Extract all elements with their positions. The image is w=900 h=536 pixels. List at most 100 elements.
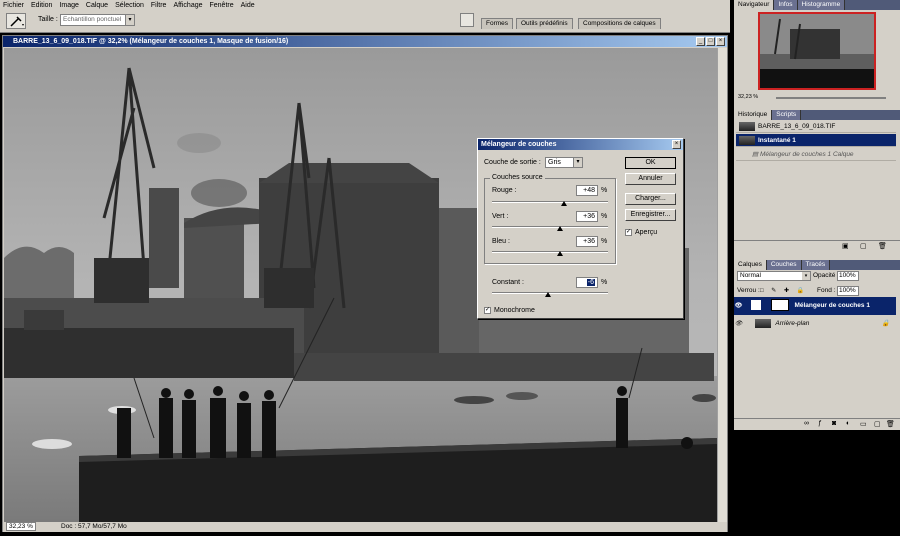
close-icon[interactable]: × (672, 140, 681, 149)
preview-label: Aperçu (635, 229, 658, 236)
layers-footer: ∞ ƒ ◙ ◐ ▭ ▢ 🗑 (734, 418, 900, 430)
channel-mixer-dialog: Mélangeur de couches × Couche de sortie … (477, 138, 684, 319)
trash-icon[interactable]: 🗑 (878, 242, 887, 250)
green-percent-label: % (601, 213, 608, 220)
tab-histogram[interactable]: Histogramme (797, 0, 846, 10)
history-item-label: Instantané 1 (758, 137, 796, 144)
sample-size-select[interactable]: Echantillon ponctuel ▾ (60, 14, 135, 26)
menu-filtre[interactable]: Filtre (151, 2, 167, 9)
layer-row-selected[interactable]: 👁 Mélangeur de couches 1 (734, 297, 896, 315)
layers-tabs: Calques Couches Tracés (734, 260, 900, 270)
green-channel-input[interactable]: +36 (576, 211, 598, 222)
layer-row[interactable]: 👁 Arrière-plan 🔒 (734, 316, 896, 332)
eye-icon[interactable]: 👁 (734, 297, 743, 315)
tab-compositions-calques[interactable]: Compositions de calques (578, 18, 661, 29)
tab-outils-predefinis[interactable]: Outils prédéfinis (516, 18, 573, 29)
green-slider-thumb[interactable] (557, 226, 564, 231)
menu-image[interactable]: Image (59, 2, 78, 9)
maximize-icon[interactable]: □ (706, 37, 715, 46)
menu-edition[interactable]: Edition (31, 2, 52, 9)
fill-input[interactable]: 100% (837, 286, 859, 296)
lock-icon: 🔒 (881, 320, 890, 327)
history-thumbnail (739, 135, 755, 145)
red-channel-input[interactable]: +48 (576, 185, 598, 196)
chevron-down-icon: ▾ (125, 15, 134, 25)
output-channel-select[interactable]: Gris ▾ (545, 157, 583, 168)
tab-channels[interactable]: Couches (766, 260, 802, 270)
red-slider-thumb[interactable] (560, 201, 567, 206)
adjustment-icon[interactable]: ◐ (846, 420, 850, 427)
history-item-label: Mélangeur de couches 1 Calque (759, 151, 854, 158)
save-button[interactable]: Enregistrer... (625, 209, 676, 221)
status-bar: 32,23 % Doc : 57,7 Mo/57,7 Mo (3, 522, 727, 532)
trash-icon[interactable]: 🗑 (886, 420, 895, 428)
palette-well-icon[interactable] (460, 13, 474, 27)
constant-slider-thumb[interactable] (545, 292, 552, 297)
green-slider-track[interactable] (492, 226, 608, 228)
fx-icon[interactable]: ƒ (818, 420, 822, 427)
minimize-icon[interactable]: _ (696, 37, 705, 46)
red-slider-track[interactable] (492, 201, 608, 203)
history-thumbnail (739, 121, 755, 131)
history-tabs: Historique Scripts (734, 110, 900, 120)
monochrome-checkbox[interactable]: ✓ (484, 307, 491, 314)
tab-infos[interactable]: Infos (774, 0, 798, 10)
eyedropper-icon (10, 16, 24, 27)
load-button[interactable]: Charger... (625, 193, 676, 205)
ok-button[interactable]: OK (625, 157, 676, 169)
navigator-panel: 32,23 % (734, 10, 900, 100)
fill-label: Fond : (817, 287, 836, 294)
cancel-button[interactable]: Annuler (625, 173, 676, 185)
blend-mode-select[interactable]: Normal ▾ (737, 271, 811, 281)
tab-layers[interactable]: Calques (734, 260, 767, 270)
new-document-icon[interactable]: ▣ (842, 242, 849, 250)
navigator-preview[interactable] (758, 12, 876, 90)
menu-affichage[interactable]: Affichage (173, 2, 202, 9)
tab-navigator[interactable]: Navigateur (734, 0, 775, 10)
menu-aide[interactable]: Aide (241, 2, 255, 9)
new-snapshot-icon[interactable]: ▢ (860, 242, 867, 250)
link-icon[interactable]: ∞ (804, 420, 809, 427)
new-layer-icon[interactable]: ▢ (874, 420, 881, 428)
blue-slider-track[interactable] (492, 251, 608, 253)
tab-paths[interactable]: Tracés (801, 260, 831, 270)
red-percent-label: % (601, 187, 608, 194)
eyedropper-tool-button[interactable] (6, 13, 26, 29)
menu-selection[interactable]: Sélection (115, 2, 144, 9)
preview-checkbox[interactable]: ✓ (625, 229, 632, 236)
close-icon[interactable]: × (716, 37, 725, 46)
lock-icons[interactable]: □ ✎ ✚ 🔒 (760, 287, 807, 294)
output-channel-value: Gris (548, 159, 561, 166)
doc-size-info: Doc : 57,7 Mo/57,7 Mo (61, 523, 127, 530)
tab-formes[interactable]: Formes (481, 18, 514, 29)
menu-fenetre[interactable]: Fenêtre (210, 2, 234, 9)
navigator-zoom-slider[interactable] (776, 97, 886, 99)
source-channels-label: Couches source (490, 174, 545, 181)
blue-slider-thumb[interactable] (557, 251, 564, 256)
menu-fichier[interactable]: Fichier (3, 2, 24, 9)
sample-size-value: Echantillon ponctuel (63, 16, 122, 23)
tab-scripts[interactable]: Scripts (772, 110, 802, 120)
opacity-input[interactable]: 100% (837, 271, 859, 281)
history-item-label: BARRE_13_6_09_018.TIF (758, 123, 836, 130)
mask-icon[interactable]: ◙ (832, 420, 836, 427)
history-snapshot-row[interactable]: BARRE_13_6_09_018.TIF (736, 120, 896, 133)
blue-channel-input[interactable]: +36 (576, 236, 598, 247)
history-row-selected[interactable]: Instantané 1 (736, 134, 896, 147)
layer-mask-thumbnail[interactable] (770, 299, 789, 312)
tab-history[interactable]: Historique (734, 110, 773, 120)
menu-bar: Fichier Edition Image Calque Sélection F… (0, 0, 730, 11)
menu-calque[interactable]: Calque (86, 2, 108, 9)
folder-icon[interactable]: ▭ (860, 420, 867, 428)
vertical-scrollbar[interactable] (717, 48, 727, 522)
zoom-level[interactable]: 32,23 % (6, 522, 36, 531)
blend-mode-value: Normal (740, 272, 761, 279)
navigator-zoom[interactable]: 32,23 % (738, 94, 758, 100)
constant-value: -6 (586, 279, 595, 286)
blue-channel-label: Bleu : (492, 238, 510, 245)
constant-input[interactable]: -6 (576, 277, 598, 288)
eye-icon[interactable]: 👁 (734, 316, 743, 332)
history-row[interactable]: ▤ Mélangeur de couches 1 Calque (736, 148, 896, 161)
monochrome-label: Monochrome (494, 307, 535, 314)
adjustment-layer-icon (750, 300, 761, 311)
